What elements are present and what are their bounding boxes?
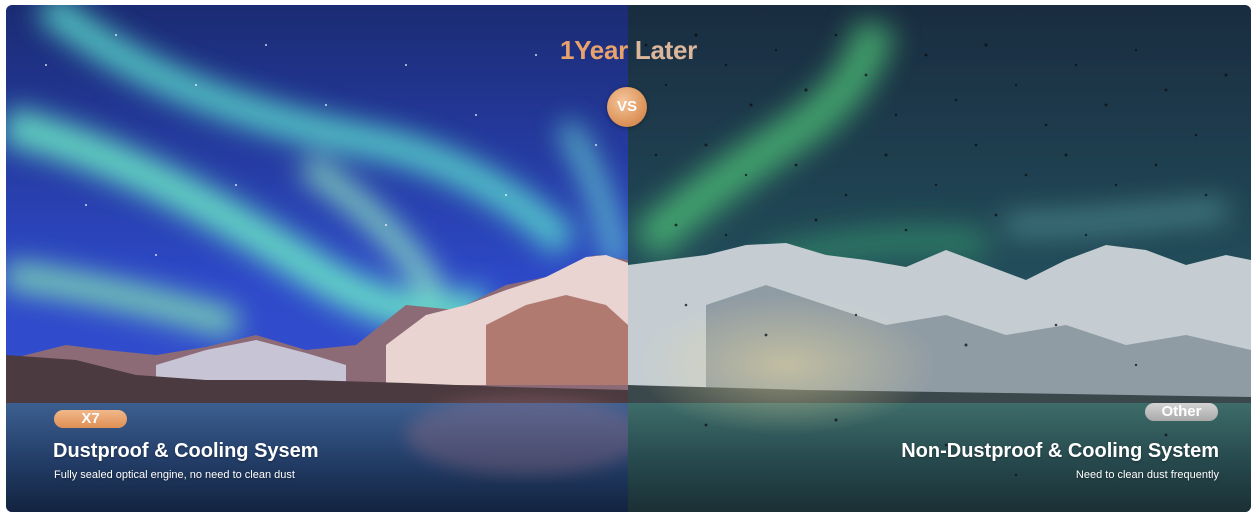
- other-badge: Other: [1145, 403, 1218, 421]
- right-heading: Non-Dustproof & Cooling System: [901, 440, 1219, 462]
- x7-badge: X7: [54, 410, 127, 428]
- vs-badge: VS: [607, 87, 647, 127]
- aurora-landscape-image: [6, 5, 1251, 512]
- left-heading: Dustproof & Cooling Sysem: [53, 440, 319, 462]
- title-later: Later: [627, 35, 697, 65]
- title-duration: 1Year: [560, 35, 628, 65]
- left-subtext: Fully sealed optical engine, no need to …: [54, 469, 295, 481]
- comparison-title: 1Year Later: [6, 35, 1251, 66]
- right-subtext: Need to clean dust frequently: [1075, 469, 1219, 481]
- comparison-banner: 1Year Later VS X7 Dustproof & Cooling Sy…: [6, 5, 1251, 512]
